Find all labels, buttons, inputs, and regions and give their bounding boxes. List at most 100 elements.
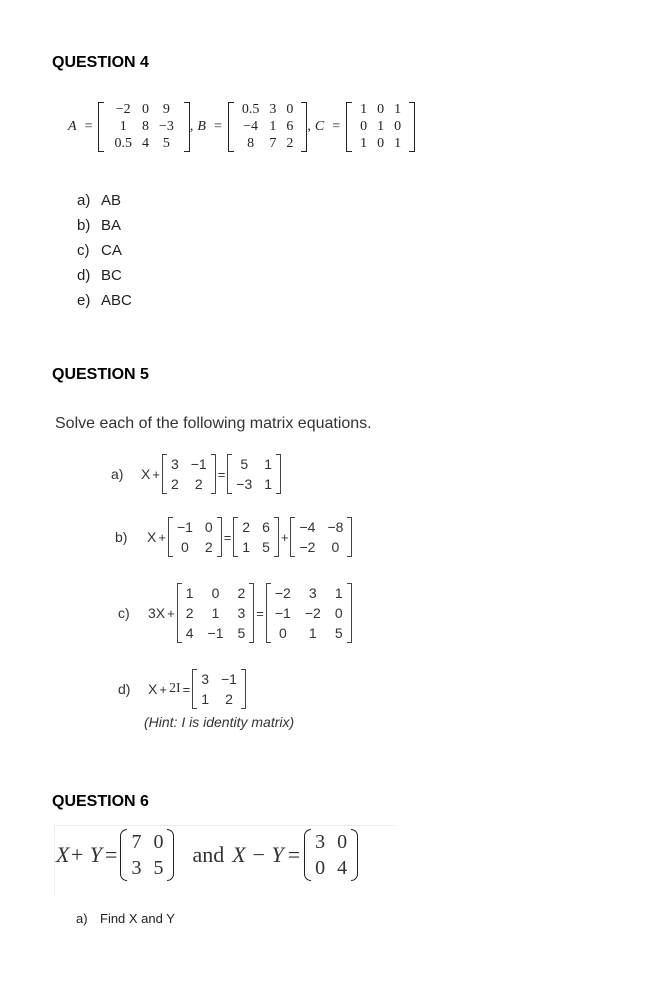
list-item: b) BA (77, 217, 122, 234)
matrix-cell: 1 (185, 585, 194, 601)
list-item: a) AB (77, 192, 122, 209)
matrix-cell: 0 (181, 539, 189, 555)
matrix: 3 −1 2 2 (161, 454, 216, 494)
matrix-cells: −4 −8 −2 0 (295, 517, 347, 557)
list-item: e) ABC (77, 292, 132, 309)
matrix-cell: −4 (243, 119, 259, 134)
matrix: 3004 (304, 829, 359, 881)
matrix: −4 −8 −2 0 (290, 517, 353, 557)
item-key: b) (115, 529, 128, 545)
matrix-c: 101010101 (346, 102, 416, 152)
right-bracket (216, 517, 222, 557)
matrix-cell: 6 (262, 519, 270, 535)
left-paren (304, 829, 312, 881)
q5-equation-b: b) X + −1 0 0 2 = 2615 + −4 −8 −2 0 (115, 517, 353, 557)
matrix-cell: −4 (299, 519, 316, 535)
matrix-cell: 0 (377, 136, 385, 151)
right-bracket (273, 517, 279, 557)
matrix-cell: 9 (162, 102, 170, 117)
matrix-cell: 1 (211, 605, 220, 621)
matrix-cell: −1 (176, 519, 193, 535)
plus-sign: + (152, 466, 160, 482)
q5-equation-c: c) 3X + 1 0 2 2 1 3 4 −1 5 = −2 3 1 −1 −2 0 0 1 5 (118, 583, 352, 643)
left-paren (120, 829, 128, 881)
matrix-cell: 1 (119, 119, 127, 134)
matrix-cell: 1 (394, 102, 402, 117)
matrix-cell: 0 (204, 519, 213, 535)
matrix-cell: 2 (286, 136, 294, 151)
matrix-cell: 0.5 (241, 102, 260, 117)
matrix-cell: −2 (274, 585, 291, 601)
matrix-cell: 1 (394, 136, 402, 151)
matrix-cell: 0 (331, 539, 340, 555)
equals-sign: = (213, 119, 222, 134)
matrix-cell: 2 (185, 605, 194, 621)
q6-equations: X+ Y = 7035 and X − Y = 3004 (56, 829, 359, 881)
matrix-cell: 0 (337, 831, 348, 853)
lhs-term: X (148, 681, 158, 697)
matrix-cell: 2 (225, 691, 233, 707)
q4-matrix-definitions: A = −2 0 9 1 8 −3 0.5 4 5 , B = 0.5 3 0 −4 1 6 8 7 2 , C… (64, 102, 416, 152)
matrix-cell: 0 (394, 119, 402, 134)
matrix-cell: 7 (269, 136, 277, 151)
matrix-a-label: A (68, 119, 77, 134)
plus-sign: + (167, 605, 175, 621)
matrix-cell: 1 (334, 585, 343, 601)
matrix-cell: 5 (334, 625, 343, 641)
list-item: c) CA (77, 242, 122, 259)
matrix-cell: 3 (269, 102, 277, 117)
matrix-cell: −3 (236, 476, 253, 492)
list-item: d) BC (77, 267, 122, 284)
matrix-cell: 0.5 (114, 136, 132, 151)
matrix: 7035 (120, 829, 175, 881)
matrix-cell: 0 (315, 857, 326, 879)
matrix-cells: 2615 (238, 517, 274, 557)
matrix-cell: 6 (286, 119, 294, 134)
matrix-cell: 4 (337, 857, 348, 879)
lhs-term: X (141, 466, 151, 482)
matrix-cells: −2 3 1 −1 −2 0 0 1 5 (271, 583, 347, 643)
matrix-cell: 1 (360, 136, 368, 151)
matrix-cell: 1 (308, 625, 317, 641)
right-paren (351, 829, 359, 881)
question-4-title: QUESTION 4 (52, 54, 149, 71)
matrix-cell: 5 (240, 456, 249, 472)
matrix-b: 0.5 3 0 −4 1 6 8 7 2 (227, 102, 308, 152)
right-bracket (347, 517, 353, 557)
item-text: Find X and Y (100, 911, 175, 926)
matrix: −2 3 1 −1 −2 0 0 1 5 (265, 583, 352, 643)
matrix-cell: 8 (247, 136, 255, 151)
matrix-cell: 5 (237, 625, 246, 641)
matrix-cells: 3 −1 2 2 (167, 454, 211, 494)
matrix-cell: 0 (334, 605, 343, 621)
matrix-cell: 0 (153, 831, 164, 853)
matrix-cell: 3 (131, 857, 142, 879)
matrix-a: −2 0 9 1 8 −3 0.5 4 5 (98, 102, 190, 152)
matrix-cell: −2 (304, 605, 321, 621)
equals-sign: = (287, 842, 301, 867)
equals-sign: = (332, 119, 341, 134)
q5-equation-d: d) X + 2I = 3 −1 1 2 (118, 669, 246, 709)
equals-sign: = (105, 842, 118, 867)
equals-sign: = (217, 466, 226, 482)
matrix-cell: 2 (242, 519, 251, 535)
matrix-cells: 5 1 −3 1 (232, 454, 276, 494)
matrix-cell: 0 (360, 119, 368, 134)
matrix-cells: 3004 (311, 829, 351, 881)
right-bracket (409, 102, 416, 152)
q4-items-list: a) AB b) BA c) CA d) BC e) ABC (77, 188, 132, 313)
and-word: and (192, 842, 225, 867)
item-key: a) (76, 911, 88, 926)
matrix-cell: 1 (242, 539, 251, 555)
identity-term: 2I (168, 681, 181, 696)
matrix-cell: −3 (158, 119, 174, 134)
matrix-b-cells: 0.5 3 0 −4 1 6 8 7 2 (234, 102, 302, 152)
item-key: a) (111, 466, 124, 482)
matrix-cell: 2 (170, 476, 179, 492)
q6-item-a: a) Find X and Y (76, 911, 175, 926)
right-bracket (210, 454, 216, 494)
eq1-lhs: X+ Y (56, 842, 103, 867)
plus-sign: + (280, 529, 289, 545)
matrix: 1 0 2 2 1 3 4 −1 5 (176, 583, 255, 643)
matrix-cell: 0 (141, 102, 149, 117)
